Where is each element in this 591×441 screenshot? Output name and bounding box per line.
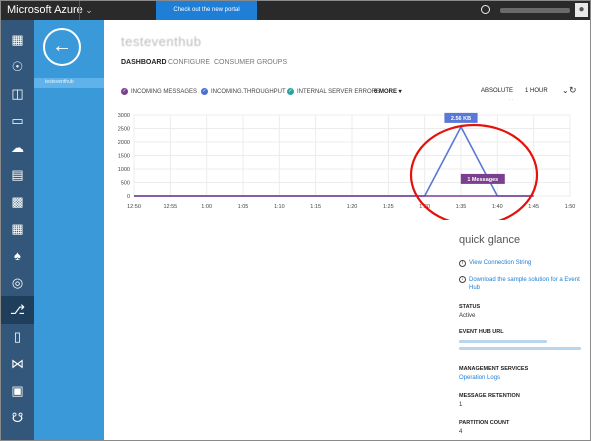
event-hub-url-label: EVENT HUB URL [459, 329, 504, 335]
x-tick-label: 1:05 [238, 204, 249, 210]
brand-label[interactable]: Microsoft Azure [7, 4, 83, 16]
x-tick-label: 12:50 [127, 204, 141, 210]
mobile-services-icon: ▯ [13, 329, 22, 344]
network-icon: ☋ [11, 410, 24, 425]
database-nav[interactable]: ▩ [1, 188, 34, 216]
status-value: Active [459, 313, 476, 319]
x-tick-label: 1:00 [201, 204, 212, 210]
sql-nav[interactable]: ▤ [1, 161, 34, 189]
grid-icon: ▦ [11, 32, 24, 47]
new-portal-button[interactable]: Check out the new portal [156, 1, 257, 20]
hdinsight-icon: ♠ [14, 248, 21, 263]
cache-nav[interactable]: ▣ [1, 377, 34, 405]
x-tick-label: 1:20 [347, 204, 358, 210]
top-bar: Microsoft Azure ⌄ Check out the new port… [1, 1, 590, 20]
management-services-label: MANAGEMENT SERVICES [459, 366, 529, 372]
virtual-machines-nav[interactable]: ◫ [1, 80, 34, 108]
y-tick-label: 500 [121, 181, 130, 187]
hdinsight-nav[interactable]: ♠ [1, 242, 34, 270]
x-tick-label: 1:10 [274, 204, 285, 210]
media-icon: ◎ [11, 275, 24, 290]
monitor-icon: ◫ [11, 86, 24, 101]
y-tick-label: 2000 [118, 140, 130, 146]
view-connection-string-link[interactable]: View Connection String [469, 260, 531, 266]
mobile-nav[interactable]: ▭ [1, 107, 34, 135]
partition-count-label: PARTITION COUNT [459, 420, 510, 426]
message-retention-label: MESSAGE RETENTION [459, 393, 520, 399]
x-tick-label: 1:15 [310, 204, 321, 210]
panel-item-eventhub[interactable]: testeventhub [34, 78, 104, 88]
table-icon: ▦ [11, 221, 24, 236]
y-tick-label: 3000 [118, 113, 130, 119]
visual-studio-icon: ⋈ [11, 356, 24, 371]
sql-icon: ▤ [11, 167, 24, 182]
network-nav[interactable]: ☋ [1, 404, 34, 432]
azure-portal-window: Microsoft Azure ⌄ Check out the new port… [0, 0, 591, 441]
all-items-nav[interactable]: ▦ [1, 26, 34, 54]
y-tick-label: 1500 [118, 154, 130, 160]
x-tick-label: 12:55 [163, 204, 177, 210]
download-icon: ↓ [459, 276, 466, 283]
chevron-down-icon[interactable]: ⌄ [79, 1, 98, 20]
db-icon: ▩ [11, 194, 24, 209]
cloud-services-icon: ☁ [11, 140, 24, 155]
account-name[interactable] [500, 8, 570, 13]
status-label: STATUS [459, 304, 481, 310]
info-icon: i [459, 260, 466, 267]
event-hub-url[interactable] [459, 340, 547, 343]
x-tick-label: 1:50 [565, 204, 576, 210]
y-tick-label: 2500 [118, 127, 130, 133]
globe-icon[interactable] [481, 5, 490, 14]
quick-glance-title: quick glance [459, 234, 521, 246]
x-tick-label: 1:45 [528, 204, 539, 210]
panel-item-label: testeventhub [45, 79, 74, 85]
main-content: testeventhub DASHBOARD CONFIGURE CONSUME… [104, 20, 590, 440]
x-tick-label: 1:35 [456, 204, 467, 210]
service-bus-nav[interactable]: ⎇ [1, 296, 34, 324]
data-label: 1 Messages [467, 177, 498, 183]
mobile-services-nav[interactable]: ▯ [1, 323, 34, 351]
visual-studio-nav[interactable]: ⋈ [1, 350, 34, 378]
x-tick-label: 1:25 [383, 204, 394, 210]
storage-nav[interactable]: ☁ [1, 430, 34, 440]
metrics-chart: 3000 2500 2000 1500 1000 500 0 12:50 12:55 1:00 1:… [118, 112, 576, 220]
event-hub-url[interactable] [459, 347, 581, 350]
service-nav-rail: ▦ ☉ ◫ ▭ ☁ ▤ ▩ ▦ ♠ ◎ ⎇ ▯ ⋈ ▣ ☋ ☁ [1, 20, 34, 440]
download-sample-link[interactable]: Download the sample solution for a Event… [469, 276, 587, 292]
mobile-icon: ▭ [11, 113, 24, 128]
data-label: 2.56 KB [451, 116, 471, 122]
y-tick-label: 1000 [118, 167, 130, 173]
service-bus-icon: ⎇ [10, 302, 25, 317]
message-retention-value: 1 [459, 402, 463, 408]
cache-icon: ▣ [11, 383, 24, 398]
cloud-services-nav[interactable]: ☁ [1, 134, 34, 162]
media-nav[interactable]: ◎ [1, 269, 34, 297]
y-tick-label: 0 [127, 194, 130, 200]
user-icon[interactable]: ● [575, 3, 588, 17]
partition-count-value: 4 [459, 429, 463, 435]
series-line-0 [134, 126, 534, 197]
storage-table-nav[interactable]: ▦ [1, 215, 34, 243]
globe-icon: ☉ [11, 59, 24, 74]
storage-icon: ☁ [9, 435, 27, 440]
websites-nav[interactable]: ☉ [1, 53, 34, 81]
back-arrow-icon[interactable]: ← [43, 28, 81, 66]
operation-logs-link[interactable]: Operation Logs [459, 375, 500, 381]
x-tick-label: 1:40 [492, 204, 503, 210]
